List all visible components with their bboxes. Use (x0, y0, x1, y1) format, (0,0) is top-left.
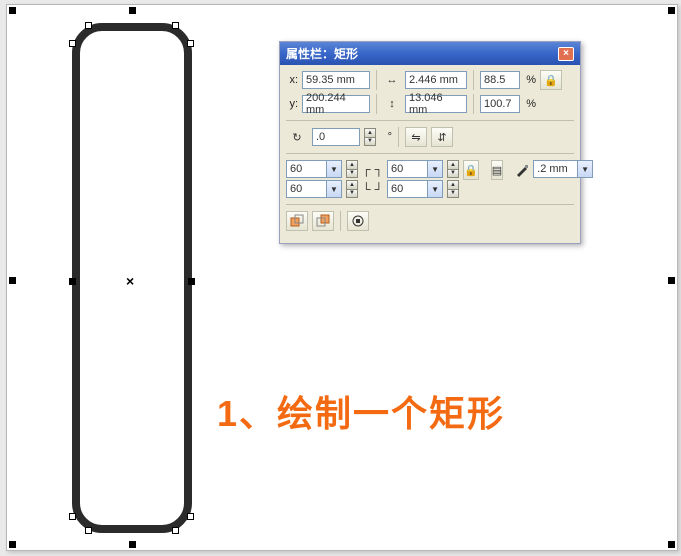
node-handle[interactable] (85, 527, 92, 534)
selection-handle-mr[interactable] (668, 277, 675, 284)
selection-handle-tl[interactable] (9, 7, 16, 14)
selection-handle-ml[interactable] (9, 277, 16, 284)
corner-tr-spinner[interactable]: ▲▼ (447, 160, 459, 178)
selection-handle-shape-mr[interactable] (188, 278, 195, 285)
width-arrow-icon: ↔ (383, 70, 401, 90)
convert-to-curves-button[interactable] (347, 211, 369, 231)
close-button[interactable]: × (558, 47, 574, 61)
corner-tl-spinner[interactable]: ▲▼ (346, 160, 358, 178)
dropdown-icon[interactable]: ▼ (427, 180, 443, 198)
height-arrow-icon: ↕ (383, 94, 401, 114)
corner-br-spinner[interactable]: ▲▼ (447, 180, 459, 198)
node-handle[interactable] (187, 40, 194, 47)
x-label: x: (286, 74, 298, 86)
panel-titlebar[interactable]: 属性栏：矩形 × (280, 42, 580, 65)
to-front-button[interactable] (286, 211, 308, 231)
dropdown-icon[interactable]: ▼ (577, 160, 593, 178)
lock-icon: 🔒 (544, 74, 558, 87)
node-handle[interactable] (172, 527, 179, 534)
spin-up-icon[interactable]: ▲ (364, 128, 376, 138)
node-handle[interactable] (69, 513, 76, 520)
corner-bottom-left-icon: └ (362, 182, 371, 196)
y-label: y: (286, 98, 298, 110)
percent-label: % (524, 74, 536, 86)
panel-title: 属性栏：矩形 (286, 45, 358, 62)
corner-lock-button[interactable]: 🔒 (463, 160, 479, 180)
rotation-input[interactable]: .0 (312, 128, 360, 146)
mirror-horizontal-button[interactable]: ⇋ (405, 127, 427, 147)
corner-br-input[interactable]: 60 ▼ (387, 180, 443, 198)
artboard: × 1、绘制一个矩形 属性栏：矩形 × x: 59.35 mm ↔ 2.446 … (6, 4, 678, 551)
x-position-input[interactable]: 59.35 mm (302, 71, 370, 89)
text-wrap-button[interactable]: ▤ (491, 160, 503, 180)
dropdown-icon[interactable]: ▼ (326, 160, 342, 178)
degree-label: ° (380, 131, 392, 143)
selection-handle-shape-ml[interactable] (69, 278, 76, 285)
selection-handle-bm[interactable] (129, 541, 136, 548)
scale-y-input[interactable]: 100.7 (480, 95, 520, 113)
y-position-input[interactable]: 200.244 mm (302, 95, 370, 113)
corner-bottom-right-icon: ┘ (375, 182, 384, 196)
spin-down-icon[interactable]: ▼ (364, 138, 376, 147)
corner-lock-icon: 🔒 (464, 164, 478, 177)
rotation-spinner[interactable]: ▲ ▼ (364, 128, 376, 146)
dropdown-icon[interactable]: ▼ (326, 180, 342, 198)
corner-tr-input[interactable]: 60 ▼ (387, 160, 443, 178)
mirror-vertical-button[interactable]: ⇵ (431, 127, 453, 147)
corner-bl-input[interactable]: 60 ▼ (286, 180, 342, 198)
corner-tl-input[interactable]: 60 ▼ (286, 160, 342, 178)
corner-bl-spinner[interactable]: ▲▼ (346, 180, 358, 198)
scale-x-input[interactable]: 88.5 (480, 71, 520, 89)
close-icon: × (563, 49, 569, 59)
node-handle[interactable] (187, 513, 194, 520)
outline-pen-icon (515, 160, 529, 180)
node-handle[interactable] (85, 22, 92, 29)
lock-aspect-button[interactable]: 🔒 (540, 70, 562, 90)
height-input[interactable]: 13.046 mm (405, 95, 467, 113)
node-handle[interactable] (172, 22, 179, 29)
selection-handle-br[interactable] (668, 541, 675, 548)
selection-handle-bl[interactable] (9, 541, 16, 548)
dropdown-icon[interactable]: ▼ (427, 160, 443, 178)
mirror-vertical-icon: ⇵ (437, 131, 446, 144)
node-handle[interactable] (69, 40, 76, 47)
instruction-caption: 1、绘制一个矩形 (217, 385, 505, 437)
text-wrap-icon: ▤ (492, 164, 502, 177)
to-curves-icon (351, 214, 365, 228)
percent-label2: % (524, 98, 536, 110)
object-center-marker: × (126, 273, 134, 289)
to-back-button[interactable] (312, 211, 334, 231)
properties-panel: 属性栏：矩形 × x: 59.35 mm ↔ 2.446 mm 88.5 % 🔒 (279, 41, 581, 244)
mirror-horizontal-icon: ⇋ (411, 131, 420, 144)
corner-top-left-icon: ┌ (362, 162, 371, 176)
selection-handle-tm[interactable] (129, 7, 136, 14)
rotate-icon: ↻ (286, 127, 308, 147)
corner-top-right-icon: ┐ (375, 162, 384, 176)
selection-handle-tr[interactable] (668, 7, 675, 14)
width-input[interactable]: 2.446 mm (405, 71, 467, 89)
to-front-icon (290, 214, 304, 228)
outline-width-select[interactable]: .2 mm ▼ (533, 160, 593, 178)
to-back-icon (316, 214, 330, 228)
